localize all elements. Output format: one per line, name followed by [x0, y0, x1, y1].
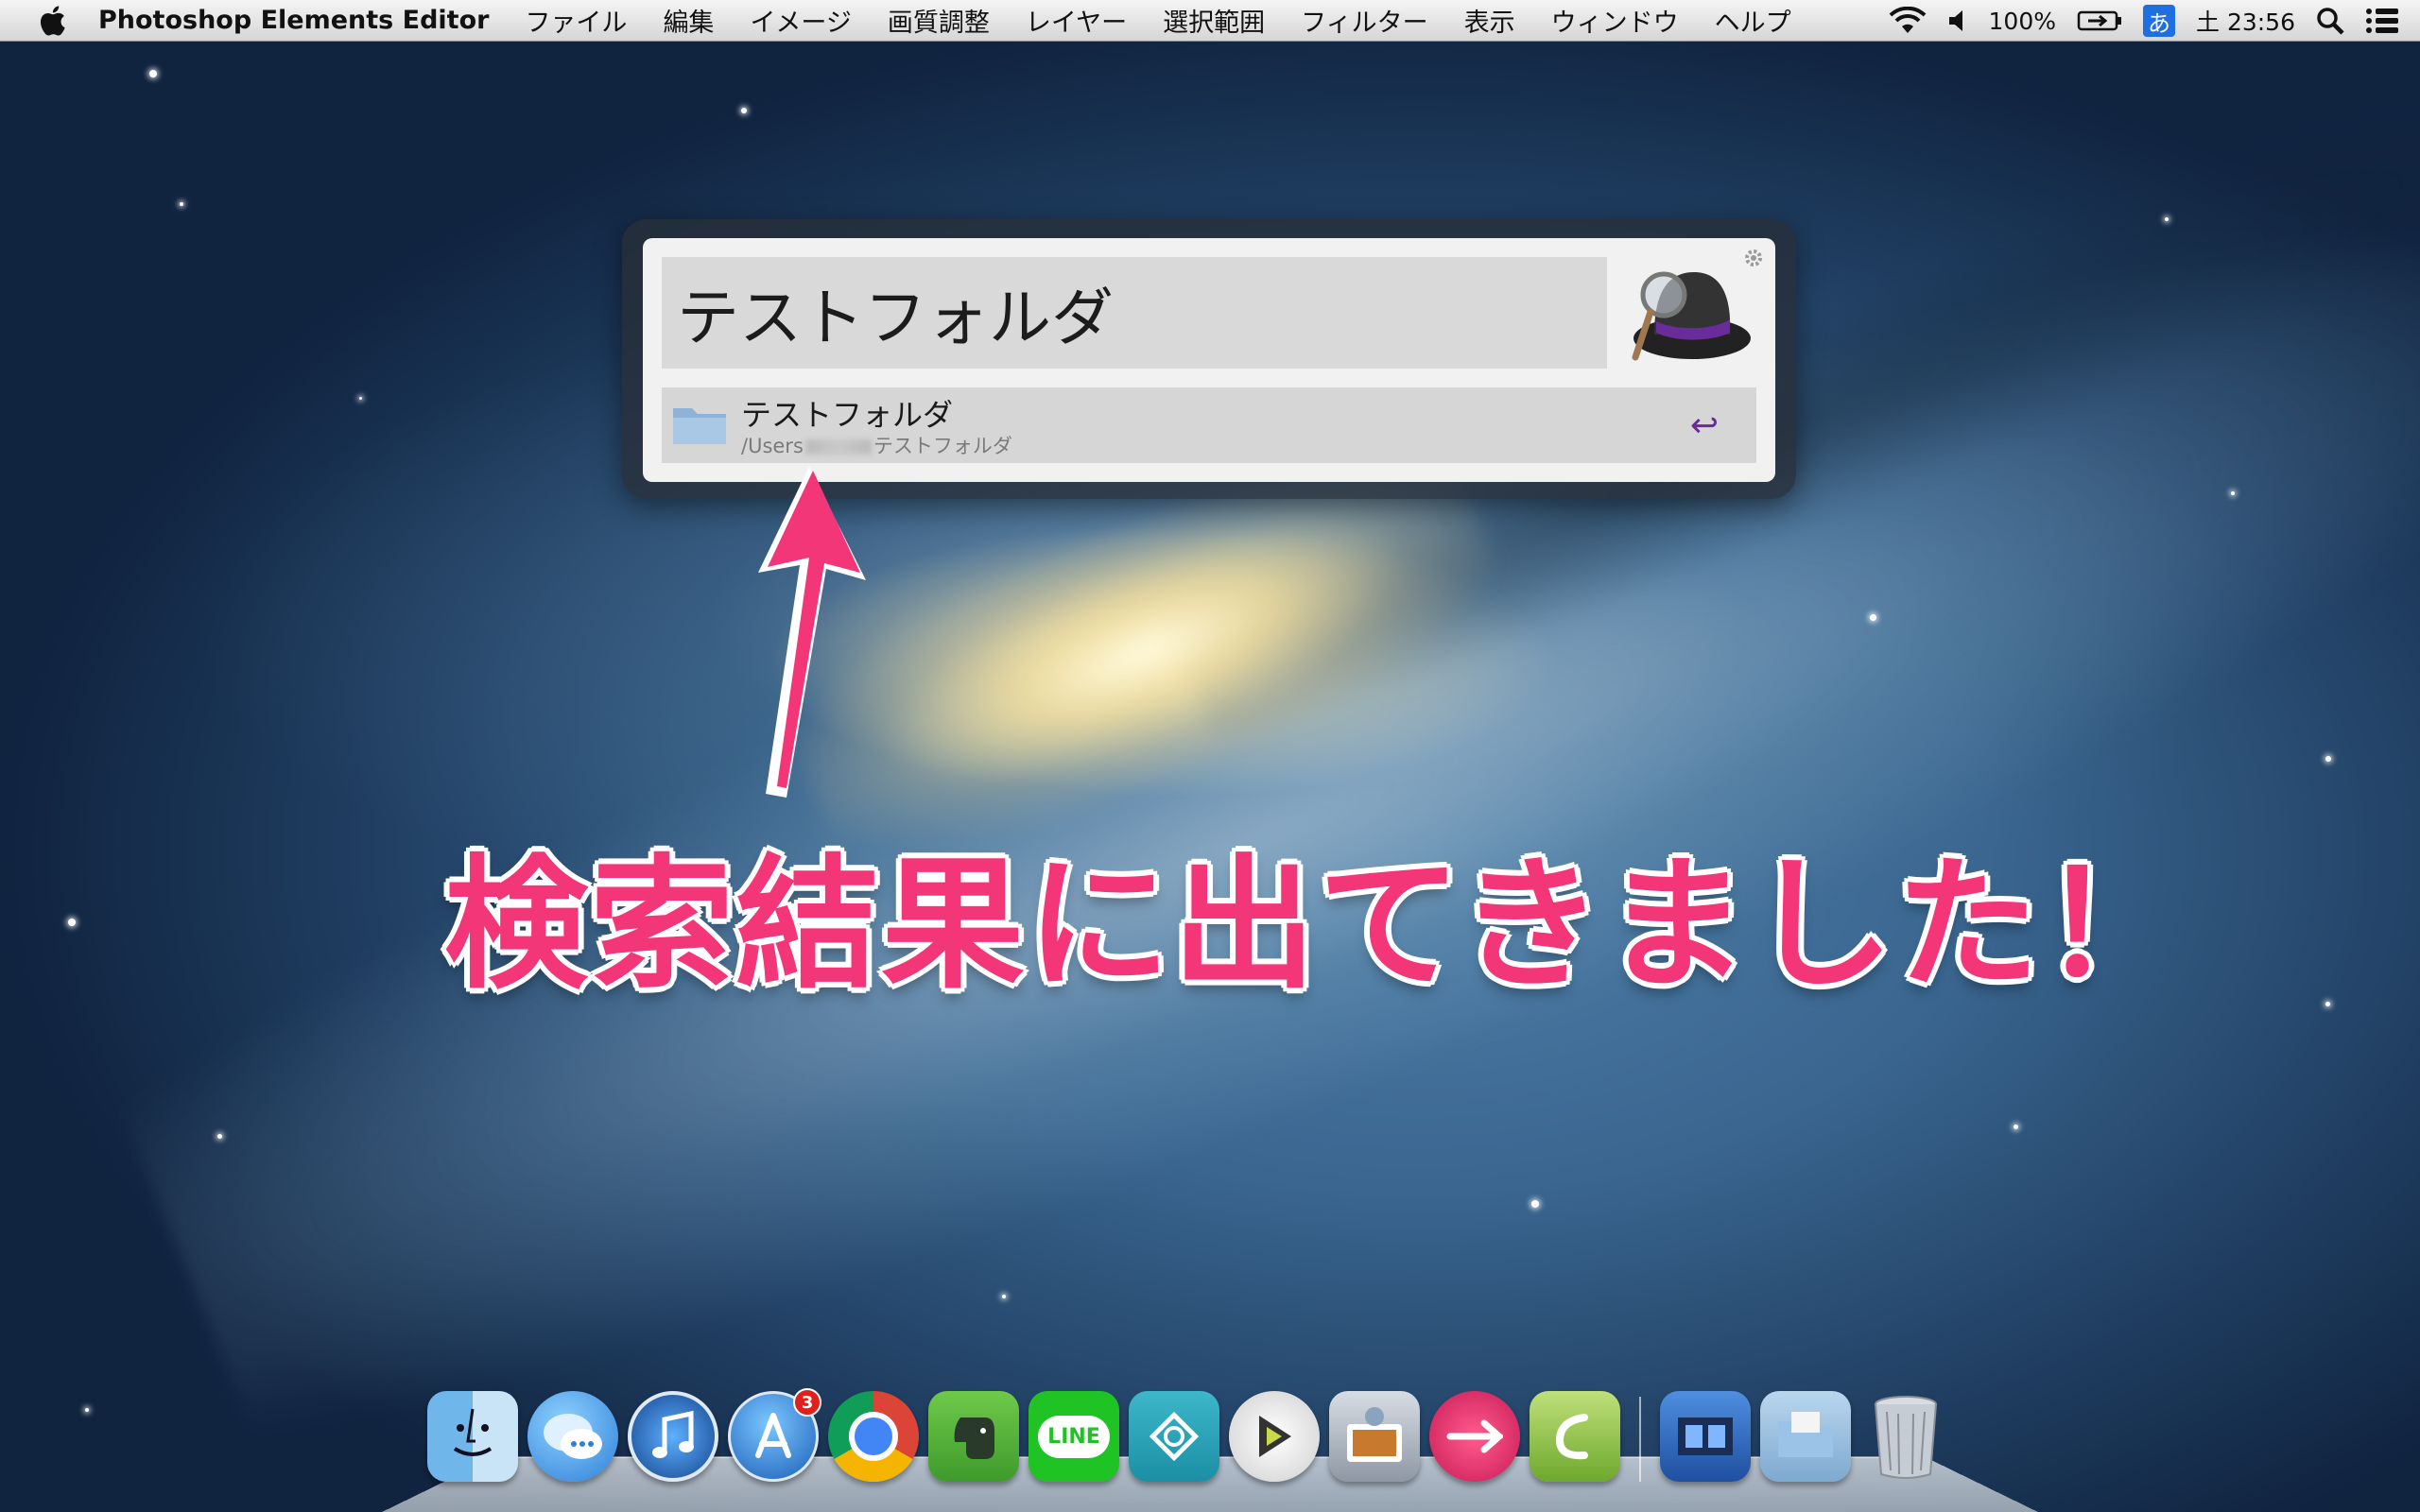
- camera-shutter-icon: [1149, 1411, 1200, 1462]
- menu-enhance[interactable]: 画質調整: [888, 2, 990, 39]
- volume-icon[interactable]: [1947, 9, 1968, 33]
- spotlight-icon[interactable]: [2316, 7, 2344, 35]
- finder-face-icon: [453, 1408, 493, 1456]
- star: [1870, 614, 1876, 621]
- folder-icon: [673, 408, 726, 444]
- trash-can-icon: [1875, 1396, 1937, 1479]
- alfred-panel: テストフォルダ /Usersテストフォルダ ↩: [643, 238, 1775, 482]
- itunes-icon[interactable]: [628, 1391, 718, 1482]
- redacted-username: [804, 439, 872, 455]
- menu-window[interactable]: ウィンドウ: [1551, 2, 1679, 39]
- star: [359, 397, 362, 400]
- menu-bar: Photoshop Elements Editor ファイル 編集 イメージ 画…: [0, 0, 2420, 42]
- battery-icon[interactable]: [2077, 9, 2122, 32]
- aperture-icon[interactable]: [1129, 1391, 1219, 1482]
- star: [149, 70, 157, 77]
- star: [2165, 217, 2169, 221]
- star: [1002, 1295, 1006, 1298]
- star: [2014, 1125, 2018, 1129]
- alfred-result-item[interactable]: テストフォルダ /Users テストフォルダ ↩: [662, 387, 1756, 463]
- app-store-badge: 3: [793, 1388, 821, 1417]
- app-store-a-icon: [755, 1413, 791, 1458]
- play-d-icon: [1259, 1416, 1291, 1457]
- menu-clock[interactable]: 土 23:56: [2196, 4, 2295, 38]
- chrome-center-icon: [849, 1412, 898, 1461]
- alfred-search-input[interactable]: [662, 257, 1607, 369]
- coda-leaf-icon: [1555, 1414, 1588, 1460]
- line-icon[interactable]: LINE: [1028, 1391, 1119, 1482]
- menu-file[interactable]: ファイル: [525, 2, 627, 39]
- star: [68, 919, 76, 926]
- result-path-prefix: /Users: [741, 435, 804, 457]
- menu-select[interactable]: 選択範囲: [1163, 2, 1265, 39]
- finder-icon[interactable]: [427, 1391, 518, 1482]
- menu-view[interactable]: 表示: [1464, 2, 1515, 39]
- line-bubble: LINE: [1038, 1415, 1110, 1458]
- elephant-icon: [954, 1418, 994, 1459]
- music-note-icon: [652, 1410, 694, 1458]
- menu-help[interactable]: ヘルプ: [1715, 2, 1791, 39]
- annotation-arrow-icon: [758, 467, 866, 798]
- trash-icon[interactable]: [1860, 1391, 1951, 1482]
- photo-viewer-icon: [1347, 1407, 1402, 1462]
- menu-layer[interactable]: レイヤー: [1026, 2, 1127, 39]
- result-path: /Users テストフォルダ: [741, 431, 1012, 459]
- speech-bubble-icon: [544, 1414, 602, 1459]
- evernote-icon[interactable]: [928, 1391, 1019, 1482]
- downloads-folder-icon[interactable]: [1760, 1391, 1851, 1482]
- star: [1531, 1200, 1539, 1208]
- input-method-badge[interactable]: あ: [2143, 5, 2175, 37]
- film-strip-icon: [1678, 1418, 1733, 1455]
- alfred-hat-icon: [1632, 271, 1751, 361]
- dock-separator: [1639, 1397, 1641, 1482]
- return-key-icon: ↩: [1689, 406, 1719, 445]
- alfred-window: テストフォルダ /Usersテストフォルダ ↩: [622, 219, 1796, 499]
- star: [2231, 491, 2235, 495]
- messages-icon[interactable]: [527, 1391, 618, 1482]
- desktop[interactable]: Photoshop Elements Editor ファイル 編集 イメージ 画…: [0, 0, 2420, 1512]
- menu-app-name[interactable]: Photoshop Elements Editor: [98, 6, 489, 35]
- menu-filter[interactable]: フィルター: [1301, 2, 1427, 39]
- dock: 3 LINE: [427, 1387, 1951, 1482]
- arrow-icon: [1446, 1419, 1503, 1453]
- star: [217, 1134, 222, 1139]
- folder-stack-icon: [1778, 1412, 1833, 1457]
- star: [2325, 1002, 2330, 1006]
- wifi-icon[interactable]: [1889, 7, 1927, 35]
- star: [741, 108, 747, 113]
- skitch-icon[interactable]: [1429, 1391, 1520, 1482]
- coda-icon[interactable]: [1530, 1391, 1620, 1482]
- result-path-suffix: テストフォルダ: [873, 435, 1012, 457]
- preview-icon[interactable]: [1329, 1391, 1420, 1482]
- notification-center-icon[interactable]: [2365, 7, 2399, 35]
- app-store-icon[interactable]: 3: [728, 1388, 821, 1482]
- apple-icon[interactable]: [38, 5, 66, 37]
- result-title: テストフォルダ: [741, 397, 954, 433]
- dictionary-icon[interactable]: [1229, 1391, 1320, 1482]
- star: [85, 1408, 89, 1412]
- menu-extras: 100% あ 土 23:56: [1889, 0, 2399, 42]
- movies-folder-icon[interactable]: [1660, 1391, 1751, 1482]
- menu-image[interactable]: イメージ: [750, 2, 851, 39]
- star: [2325, 756, 2331, 762]
- chrome-icon[interactable]: [828, 1391, 919, 1482]
- menu-edit[interactable]: 編集: [663, 2, 714, 39]
- annotation-caption: 検索結果に出てきました！: [444, 841, 2187, 1008]
- star: [180, 202, 183, 206]
- battery-percentage[interactable]: 100%: [1989, 8, 2056, 35]
